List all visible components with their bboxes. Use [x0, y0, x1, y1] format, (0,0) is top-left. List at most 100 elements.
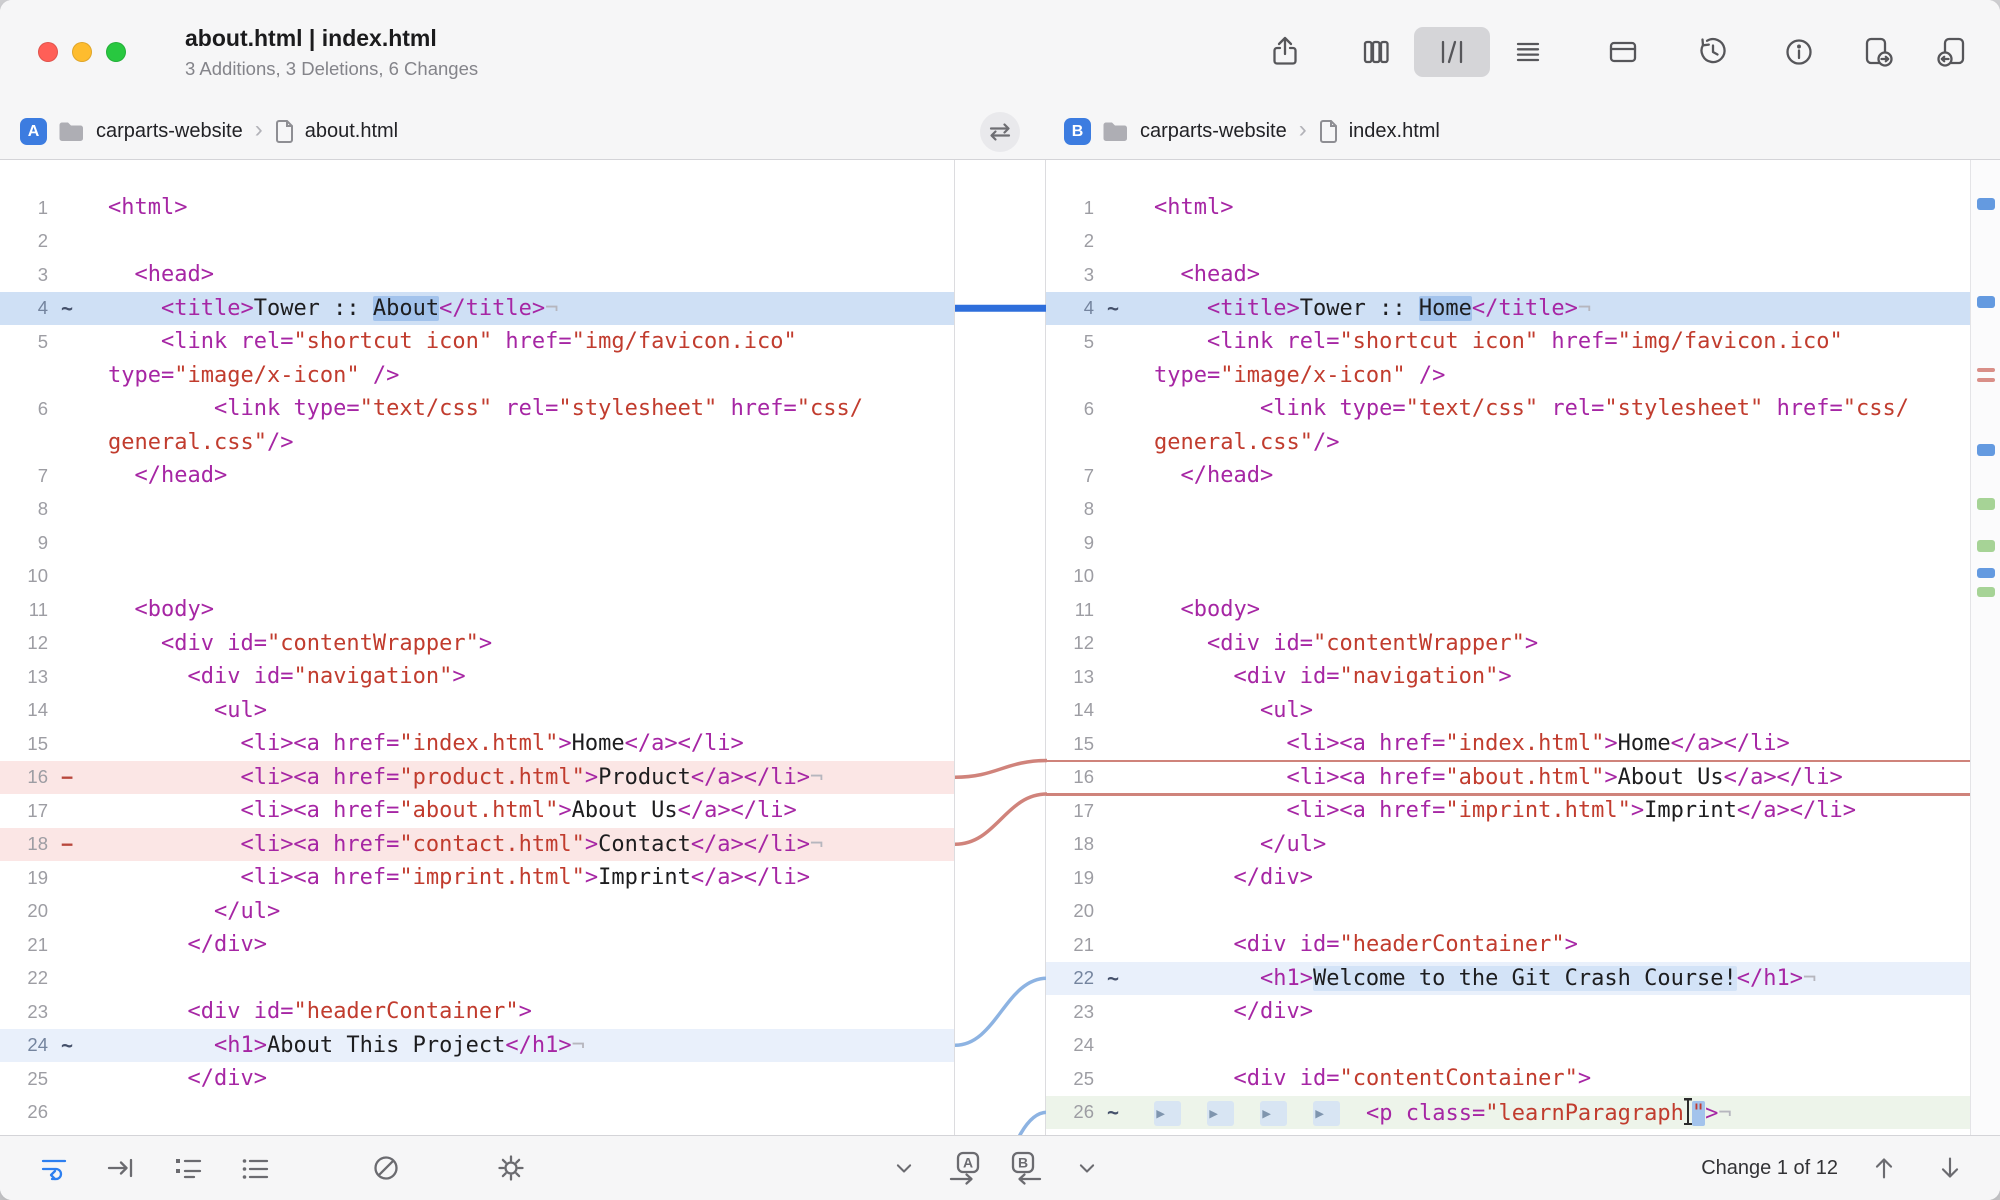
code-line[interactable]: 12 <div id="contentWrapper">: [0, 627, 954, 661]
code-line[interactable]: 19 </div>: [1046, 861, 1970, 895]
code-line[interactable]: 13 <div id="navigation">: [0, 660, 954, 694]
line-number: 20: [0, 900, 52, 922]
change-marker: ~: [1098, 296, 1128, 320]
code-line[interactable]: 21 </div>: [0, 928, 954, 962]
pane-b-editor[interactable]: 1<html>23 <head>4~ <title>Tower :: Home<…: [1046, 160, 1970, 1135]
take-b-button[interactable]: B: [1006, 1148, 1046, 1188]
code-line[interactable]: 25 <div id="contentContainer">: [1046, 1062, 1970, 1096]
history-button[interactable]: [1690, 27, 1736, 77]
line-number: 4: [0, 297, 52, 319]
change-minimap-scrollbar[interactable]: [1970, 160, 2000, 1135]
code-line[interactable]: 23 </div>: [1046, 995, 1970, 1029]
code-line[interactable]: type="image/x-icon" />: [1046, 359, 1970, 393]
code-line[interactable]: 24~ <h1>About This Project</h1>¬: [0, 1029, 954, 1063]
pane-a-editor[interactable]: 1<html>23 <head>4~ <title>Tower :: About…: [0, 160, 954, 1135]
code-line[interactable]: 18 </ul>: [1046, 828, 1970, 862]
visible-characters-button[interactable]: [235, 1148, 275, 1188]
code-line[interactable]: 17 <li><a href="imprint.html">Imprint</a…: [1046, 794, 1970, 828]
share-button[interactable]: [1262, 27, 1308, 77]
take-a-button[interactable]: A: [945, 1148, 985, 1188]
folder-name[interactable]: carparts-website: [1140, 120, 1287, 143]
code-line[interactable]: 15 <li><a href="index.html">Home</a></li…: [0, 727, 954, 761]
code-line[interactable]: 8: [0, 493, 954, 527]
code-line[interactable]: general.css"/>: [1046, 426, 1970, 460]
code-line[interactable]: 23 <div id="headerContainer">: [0, 995, 954, 1029]
code-line[interactable]: 2: [1046, 225, 1970, 259]
code-text: <div id="contentWrapper">: [82, 631, 954, 656]
code-line[interactable]: 16 <li><a href="about.html">About Us</a>…: [1046, 761, 1970, 795]
code-line[interactable]: 5 <link rel="shortcut icon" href="img/fa…: [1046, 325, 1970, 359]
code-line[interactable]: 7 </head>: [1046, 459, 1970, 493]
code-line[interactable]: 15 <li><a href="index.html">Home</a></li…: [1046, 727, 1970, 761]
line-number: 8: [1046, 498, 1098, 520]
code-line[interactable]: 18− <li><a href="contact.html">Contact</…: [0, 828, 954, 862]
code-line[interactable]: 4~ <title>Tower :: Home</title>¬: [1046, 292, 1970, 326]
code-line[interactable]: 24: [1046, 1029, 1970, 1063]
reader-view-button[interactable]: [1600, 27, 1646, 77]
code-line[interactable]: 10: [1046, 560, 1970, 594]
code-line[interactable]: 17 <li><a href="about.html">About Us</a>…: [0, 794, 954, 828]
close-button[interactable]: [38, 42, 58, 62]
code-line[interactable]: type="image/x-icon" />: [0, 359, 954, 393]
code-line[interactable]: 26~▸ ▸ ▸ ▸ <p class="learnParagraph">¬: [1046, 1096, 1970, 1130]
code-line[interactable]: 16− <li><a href="product.html">Product</…: [0, 761, 954, 795]
minimize-button[interactable]: [72, 42, 92, 62]
code-line[interactable]: 11 <body>: [0, 593, 954, 627]
code-line[interactable]: 12 <div id="contentWrapper">: [1046, 627, 1970, 661]
b-options-button[interactable]: [1067, 1148, 1107, 1188]
code-text: <link type="text/css" rel="stylesheet" h…: [82, 396, 954, 421]
file-b-name[interactable]: index.html: [1349, 120, 1440, 143]
previous-change-button[interactable]: [1864, 1148, 1904, 1188]
zoom-button[interactable]: [106, 42, 126, 62]
code-line[interactable]: 10: [0, 560, 954, 594]
code-line[interactable]: general.css"/>: [0, 426, 954, 460]
code-line[interactable]: 1<html>: [0, 191, 954, 225]
fluid-view-button[interactable]: [1414, 27, 1490, 77]
line-numbers-button[interactable]: [168, 1148, 208, 1188]
code-line[interactable]: 20 </ul>: [0, 895, 954, 929]
code-line[interactable]: 6 <link type="text/css" rel="stylesheet"…: [0, 392, 954, 426]
code-line[interactable]: 13 <div id="navigation">: [1046, 660, 1970, 694]
code-text: general.css"/>: [82, 430, 954, 455]
next-change-button[interactable]: [1930, 1148, 1970, 1188]
code-line[interactable]: 9: [0, 526, 954, 560]
code-line[interactable]: 19 <li><a href="imprint.html">Imprint</a…: [0, 861, 954, 895]
folder-name[interactable]: carparts-website: [96, 120, 243, 143]
code-line[interactable]: 6 <link type="text/css" rel="stylesheet"…: [1046, 392, 1970, 426]
a-options-button[interactable]: [884, 1148, 924, 1188]
code-line[interactable]: 3 <head>: [1046, 258, 1970, 292]
code-line[interactable]: 5 <link rel="shortcut icon" href="img/fa…: [0, 325, 954, 359]
change-marker: ~: [1098, 1100, 1128, 1124]
ignore-filter-button[interactable]: [366, 1148, 406, 1188]
code-line[interactable]: 8: [1046, 493, 1970, 527]
info-button[interactable]: [1776, 27, 1822, 77]
code-line[interactable]: 9: [1046, 526, 1970, 560]
merge-a-button[interactable]: [1854, 27, 1900, 77]
code-line[interactable]: 20: [1046, 895, 1970, 929]
code-line[interactable]: 21 <div id="headerContainer">: [1046, 928, 1970, 962]
tab-width-button[interactable]: [101, 1148, 141, 1188]
code-line[interactable]: 26: [0, 1096, 954, 1130]
blocks-view-button[interactable]: [1338, 27, 1414, 77]
code-line[interactable]: 7 </head>: [0, 459, 954, 493]
line-number: 17: [1046, 800, 1098, 822]
wrap-lines-button[interactable]: [34, 1148, 74, 1188]
code-line[interactable]: 1<html>: [1046, 191, 1970, 225]
diff-connector: [955, 978, 1047, 1045]
code-line[interactable]: 3 <head>: [0, 258, 954, 292]
unified-view-button[interactable]: [1490, 27, 1566, 77]
code-text: </div>: [82, 1066, 954, 1091]
code-line[interactable]: 22: [0, 962, 954, 996]
code-line[interactable]: 11 <body>: [1046, 593, 1970, 627]
code-line[interactable]: 2: [0, 225, 954, 259]
code-line[interactable]: 4~ <title>Tower :: About</title>¬: [0, 292, 954, 326]
code-line[interactable]: 14 <ul>: [0, 694, 954, 728]
code-line[interactable]: 22~ <h1>Welcome to the Git Crash Course!…: [1046, 962, 1970, 996]
code-text: type="image/x-icon" />: [1128, 363, 1970, 388]
code-line[interactable]: 25 </div>: [0, 1062, 954, 1096]
settings-button[interactable]: [491, 1148, 531, 1188]
swap-files-button[interactable]: [980, 112, 1020, 152]
merge-b-button[interactable]: [1930, 27, 1976, 77]
file-a-name[interactable]: about.html: [305, 120, 398, 143]
code-line[interactable]: 14 <ul>: [1046, 694, 1970, 728]
